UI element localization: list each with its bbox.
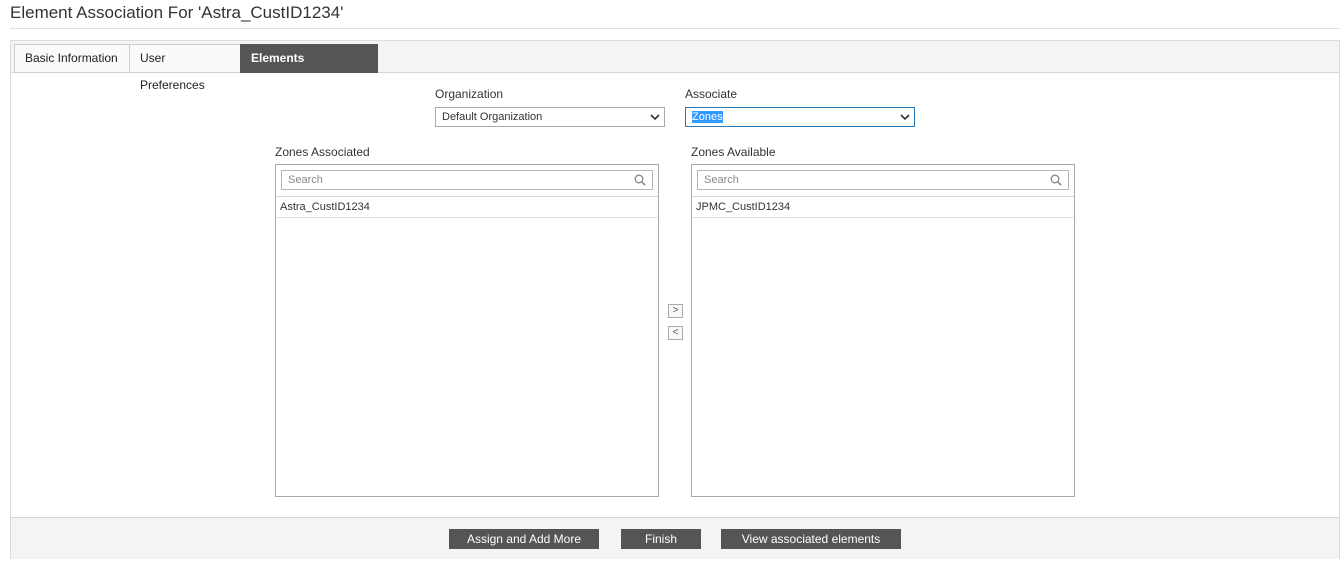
page-title: Element Association For 'Astra_CustID123… bbox=[10, 3, 344, 22]
assign-and-add-more-button[interactable]: Assign and Add More bbox=[449, 529, 599, 549]
associate-select-value: Zones bbox=[692, 111, 723, 123]
view-associated-elements-button[interactable]: View associated elements bbox=[721, 529, 901, 549]
associate-label: Associate bbox=[685, 87, 738, 101]
available-list[interactable]: Search JPMC_CustID1234 bbox=[691, 164, 1075, 497]
tab-basic-information[interactable]: Basic Information bbox=[14, 44, 130, 73]
association-panel: Basic Information User Preferences Eleme… bbox=[10, 40, 1340, 559]
available-list-title: Zones Available bbox=[691, 145, 776, 159]
tab-user-preferences[interactable]: User Preferences bbox=[129, 44, 241, 92]
move-left-button[interactable]: < bbox=[668, 326, 683, 340]
available-search-input[interactable]: Search bbox=[697, 170, 1069, 190]
associate-select[interactable]: Zones bbox=[685, 107, 915, 127]
associated-search-input[interactable]: Search bbox=[281, 170, 653, 190]
footer-bar: Assign and Add More Finish View associat… bbox=[11, 517, 1339, 559]
available-search-placeholder: Search bbox=[704, 174, 739, 186]
organization-label: Organization bbox=[435, 87, 504, 101]
tab-elements-association[interactable]: Elements Association bbox=[240, 44, 378, 92]
organization-select[interactable]: Default Organization bbox=[435, 107, 665, 127]
associated-list[interactable]: Search Astra_CustID1234 bbox=[275, 164, 659, 497]
search-icon bbox=[1050, 174, 1062, 186]
organization-select-value: Default Organization bbox=[442, 111, 543, 123]
associated-list-title: Zones Associated bbox=[275, 145, 370, 159]
list-item[interactable]: JPMC_CustID1234 bbox=[692, 197, 1074, 218]
search-icon bbox=[634, 174, 646, 186]
chevron-down-icon bbox=[650, 108, 660, 132]
chevron-down-icon bbox=[900, 108, 910, 132]
associated-search-placeholder: Search bbox=[288, 174, 323, 186]
move-right-button[interactable]: > bbox=[668, 304, 683, 318]
finish-button[interactable]: Finish bbox=[621, 529, 701, 549]
tab-bar: Basic Information User Preferences Eleme… bbox=[11, 41, 1339, 92]
title-divider bbox=[10, 28, 1340, 29]
list-item[interactable]: Astra_CustID1234 bbox=[276, 197, 658, 218]
